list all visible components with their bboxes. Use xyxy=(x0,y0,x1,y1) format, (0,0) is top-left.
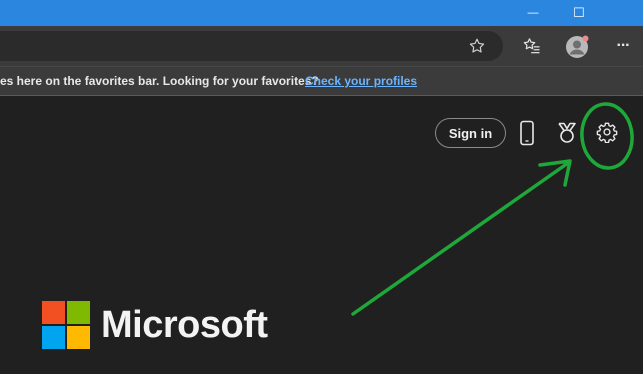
microsoft-wordmark: Microsoft xyxy=(101,304,268,346)
minimize-icon: — xyxy=(527,7,539,19)
settings-gear-icon[interactable] xyxy=(595,120,619,144)
maximize-icon: ☐ xyxy=(573,5,585,20)
favorites-bar-message: es here on the favorites bar. Looking fo… xyxy=(0,74,319,88)
rewards-medal-icon[interactable] xyxy=(556,121,578,145)
minimize-button[interactable]: — xyxy=(510,0,556,26)
address-bar[interactable] xyxy=(0,31,503,61)
favorite-star-icon[interactable] xyxy=(466,36,488,56)
browser-toolbar: ··· xyxy=(0,26,643,66)
title-bar: — ☐ xyxy=(0,0,643,26)
favorites-list-icon[interactable] xyxy=(520,34,544,58)
sign-in-button[interactable]: Sign in xyxy=(435,118,506,148)
microsoft-logo xyxy=(42,301,90,349)
profile-avatar-icon[interactable] xyxy=(564,34,590,60)
maximize-button[interactable]: ☐ xyxy=(556,0,602,26)
favorites-bar: es here on the favorites bar. Looking fo… xyxy=(0,66,643,96)
more-icon: ··· xyxy=(616,37,631,54)
page-content xyxy=(0,97,643,374)
check-profiles-link[interactable]: Check your profiles xyxy=(305,67,417,95)
phone-icon[interactable] xyxy=(517,119,537,147)
more-options-button[interactable]: ··· xyxy=(610,34,636,58)
